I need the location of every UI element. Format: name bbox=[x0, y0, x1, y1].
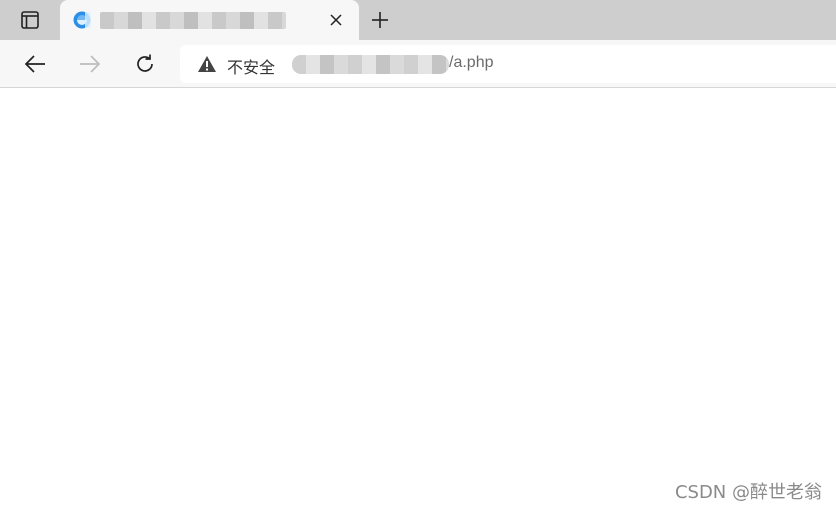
arrow-right-icon bbox=[80, 55, 101, 73]
address-bar[interactable]: 不安全 /a.php bbox=[180, 45, 836, 83]
watermark: CSDN @醉世老翁 bbox=[674, 482, 822, 503]
forward-button[interactable] bbox=[76, 50, 104, 78]
plus-icon bbox=[372, 12, 388, 28]
tab-actions-icon bbox=[21, 11, 39, 29]
url-path: /a.php bbox=[449, 54, 494, 71]
security-label[interactable]: 不安全 bbox=[227, 54, 275, 78]
close-tab-button[interactable] bbox=[326, 10, 346, 30]
tab-actions-button[interactable] bbox=[10, 6, 50, 34]
refresh-icon bbox=[137, 54, 153, 72]
warning-icon[interactable] bbox=[197, 55, 217, 73]
refresh-button[interactable] bbox=[131, 50, 159, 78]
url-host bbox=[292, 55, 449, 74]
tab-title bbox=[100, 12, 286, 29]
arrow-left-icon bbox=[24, 55, 45, 73]
tab-strip bbox=[0, 0, 836, 40]
tab-active[interactable] bbox=[60, 0, 359, 40]
browser-toolbar: 不安全 /a.php bbox=[0, 40, 836, 88]
close-icon bbox=[330, 14, 342, 26]
back-button[interactable] bbox=[21, 50, 49, 78]
new-tab-button[interactable] bbox=[366, 6, 394, 34]
page-content bbox=[0, 89, 836, 512]
ie-browser-icon bbox=[73, 11, 91, 29]
